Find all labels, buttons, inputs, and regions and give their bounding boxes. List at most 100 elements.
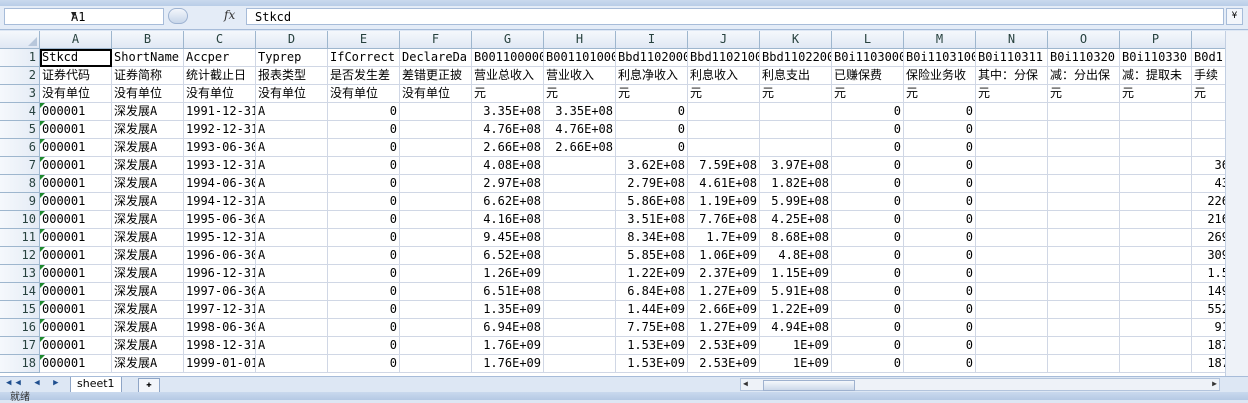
- table-cell[interactable]: 0: [328, 337, 400, 355]
- table-cell[interactable]: 元: [472, 85, 544, 103]
- table-cell[interactable]: IfCorrect: [328, 49, 400, 67]
- table-cell[interactable]: 没有单位: [256, 85, 328, 103]
- table-cell[interactable]: 8.68E+08: [760, 229, 832, 247]
- table-cell[interactable]: 309: [1192, 247, 1225, 265]
- table-cell[interactable]: 0: [904, 301, 976, 319]
- table-cell[interactable]: [976, 301, 1048, 319]
- table-cell[interactable]: [544, 247, 616, 265]
- table-cell[interactable]: 36: [1192, 157, 1225, 175]
- row-header[interactable]: 14: [0, 283, 40, 301]
- table-cell[interactable]: 1.06E+09: [688, 247, 760, 265]
- table-cell[interactable]: B0i110311: [976, 49, 1048, 67]
- table-cell[interactable]: 7.59E+08: [688, 157, 760, 175]
- table-cell[interactable]: [400, 247, 472, 265]
- table-cell[interactable]: 0: [832, 247, 904, 265]
- table-cell[interactable]: 1992-12-31: [184, 121, 256, 139]
- table-cell[interactable]: A: [256, 337, 328, 355]
- table-cell[interactable]: [976, 229, 1048, 247]
- table-cell[interactable]: [400, 139, 472, 157]
- table-cell[interactable]: [1048, 301, 1120, 319]
- table-cell[interactable]: 4.61E+08: [688, 175, 760, 193]
- column-header[interactable]: E: [328, 31, 400, 49]
- row-header[interactable]: 4: [0, 103, 40, 121]
- table-cell[interactable]: 深发展A: [112, 229, 184, 247]
- table-cell[interactable]: 1995-06-30: [184, 211, 256, 229]
- table-cell[interactable]: 1E+09: [760, 337, 832, 355]
- table-cell[interactable]: B0d1: [1192, 49, 1225, 67]
- table-cell[interactable]: 7.75E+08: [616, 319, 688, 337]
- table-cell[interactable]: 1995-12-31: [184, 229, 256, 247]
- table-cell[interactable]: 2.66E+08: [544, 139, 616, 157]
- cancel-formula-icon[interactable]: [168, 8, 188, 24]
- table-cell[interactable]: 0: [328, 211, 400, 229]
- row-header[interactable]: 18: [0, 355, 40, 373]
- table-cell[interactable]: 利息支出: [760, 67, 832, 85]
- table-cell[interactable]: 减：分出保: [1048, 67, 1120, 85]
- table-cell[interactable]: [400, 103, 472, 121]
- table-cell[interactable]: 2.66E+08: [472, 139, 544, 157]
- column-header[interactable]: N: [976, 31, 1048, 49]
- table-cell[interactable]: 4.16E+08: [472, 211, 544, 229]
- table-cell[interactable]: Stkcd: [40, 49, 112, 67]
- column-header[interactable]: [1192, 31, 1225, 49]
- table-cell[interactable]: 000001: [40, 175, 112, 193]
- table-cell[interactable]: 深发展A: [112, 319, 184, 337]
- table-cell[interactable]: [976, 211, 1048, 229]
- table-cell[interactable]: 元: [544, 85, 616, 103]
- table-cell[interactable]: 没有单位: [328, 85, 400, 103]
- table-cell[interactable]: 0: [832, 193, 904, 211]
- table-cell[interactable]: 证券简称: [112, 67, 184, 85]
- table-cell[interactable]: 1.7E+09: [688, 229, 760, 247]
- table-cell[interactable]: [544, 301, 616, 319]
- table-cell[interactable]: 1993-12-31: [184, 157, 256, 175]
- table-cell[interactable]: 深发展A: [112, 121, 184, 139]
- table-cell[interactable]: [400, 175, 472, 193]
- row-header[interactable]: 11: [0, 229, 40, 247]
- table-cell[interactable]: 元: [688, 85, 760, 103]
- table-cell[interactable]: 1.53E+09: [616, 337, 688, 355]
- table-cell[interactable]: B001100000: [472, 49, 544, 67]
- table-cell[interactable]: 0: [616, 103, 688, 121]
- table-cell[interactable]: 深发展A: [112, 337, 184, 355]
- table-cell[interactable]: B0i110330: [1120, 49, 1192, 67]
- table-cell[interactable]: 0: [832, 337, 904, 355]
- table-cell[interactable]: 没有单位: [184, 85, 256, 103]
- table-cell[interactable]: [400, 211, 472, 229]
- table-cell[interactable]: 3.62E+08: [616, 157, 688, 175]
- table-cell[interactable]: 6.84E+08: [616, 283, 688, 301]
- table-cell[interactable]: 0: [832, 157, 904, 175]
- table-cell[interactable]: A: [256, 229, 328, 247]
- table-cell[interactable]: 4.76E+08: [472, 121, 544, 139]
- table-cell[interactable]: DeclareDa: [400, 49, 472, 67]
- table-cell[interactable]: [400, 265, 472, 283]
- table-cell[interactable]: [1120, 121, 1192, 139]
- table-cell[interactable]: [1120, 175, 1192, 193]
- table-cell[interactable]: 3.51E+08: [616, 211, 688, 229]
- table-cell[interactable]: 元: [616, 85, 688, 103]
- table-cell[interactable]: 3.97E+08: [760, 157, 832, 175]
- table-cell[interactable]: 营业收入: [544, 67, 616, 85]
- vertical-scrollbar[interactable]: [1225, 31, 1248, 376]
- table-cell[interactable]: [544, 211, 616, 229]
- table-cell[interactable]: 8.34E+08: [616, 229, 688, 247]
- spreadsheet-grid[interactable]: A B C D E F G H I J K L M N O P 1 Stkcd ShortName Accper Typ…: [0, 31, 1225, 376]
- table-cell[interactable]: A: [256, 211, 328, 229]
- table-cell[interactable]: 0: [328, 301, 400, 319]
- table-cell[interactable]: 000001: [40, 121, 112, 139]
- table-cell[interactable]: 4.94E+08: [760, 319, 832, 337]
- table-cell[interactable]: Accper: [184, 49, 256, 67]
- row-header[interactable]: 16: [0, 319, 40, 337]
- table-cell[interactable]: 深发展A: [112, 301, 184, 319]
- table-cell[interactable]: 000001: [40, 337, 112, 355]
- table-cell[interactable]: 0: [904, 121, 976, 139]
- table-cell[interactable]: 元: [760, 85, 832, 103]
- table-cell[interactable]: 0: [832, 355, 904, 373]
- column-header[interactable]: O: [1048, 31, 1120, 49]
- table-cell[interactable]: ShortName: [112, 49, 184, 67]
- table-cell[interactable]: 0: [832, 121, 904, 139]
- table-cell[interactable]: 已赚保费: [832, 67, 904, 85]
- expand-formula-bar-icon[interactable]: ¥: [1226, 8, 1243, 25]
- table-cell[interactable]: A: [256, 103, 328, 121]
- table-cell[interactable]: 0: [328, 265, 400, 283]
- table-cell[interactable]: 187: [1192, 355, 1225, 373]
